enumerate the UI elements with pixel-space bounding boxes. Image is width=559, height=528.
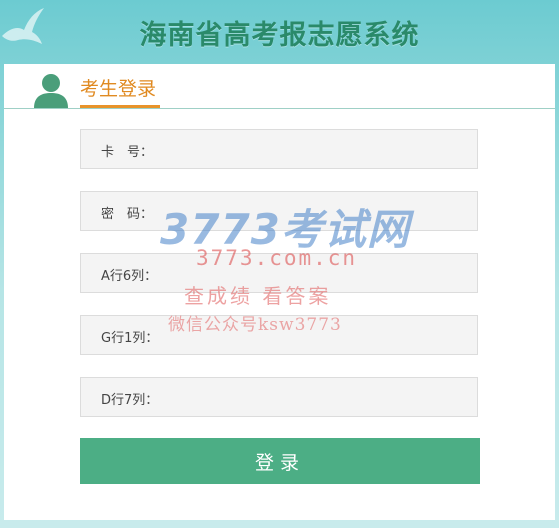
- grid-g1-field[interactable]: G行1列：: [80, 315, 478, 355]
- login-button[interactable]: 登录: [80, 438, 480, 484]
- login-tabbar: 考生登录: [4, 64, 555, 109]
- tab-student-login[interactable]: 考生登录: [80, 74, 156, 101]
- page-header: 海南省高考报志愿系统: [0, 0, 559, 64]
- card-number-field[interactable]: 卡 号：: [80, 129, 478, 169]
- user-avatar-icon: [34, 74, 68, 108]
- password-input[interactable]: [171, 196, 471, 228]
- grid-g1-label: G行1列：: [101, 331, 159, 346]
- password-label: 密 码：: [101, 207, 154, 222]
- grid-d7-label: D行7列：: [101, 393, 159, 408]
- grid-d7-field[interactable]: D行7列：: [80, 377, 478, 417]
- page-title: 海南省高考报志愿系统: [139, 20, 420, 51]
- card-number-label: 卡 号：: [101, 145, 154, 160]
- card-number-input[interactable]: [171, 134, 471, 166]
- grid-g1-input[interactable]: [171, 320, 471, 352]
- grid-d7-input[interactable]: [171, 382, 471, 414]
- grid-a6-label: A行6列：: [101, 269, 158, 284]
- grid-a6-field[interactable]: A行6列：: [80, 253, 478, 293]
- tab-active-indicator: [80, 105, 160, 108]
- password-field[interactable]: 密 码：: [80, 191, 478, 231]
- grid-a6-input[interactable]: [171, 258, 471, 290]
- login-panel: 考生登录 卡 号： 密 码： A行6列： G行1列： D行7列： 登录: [4, 64, 555, 520]
